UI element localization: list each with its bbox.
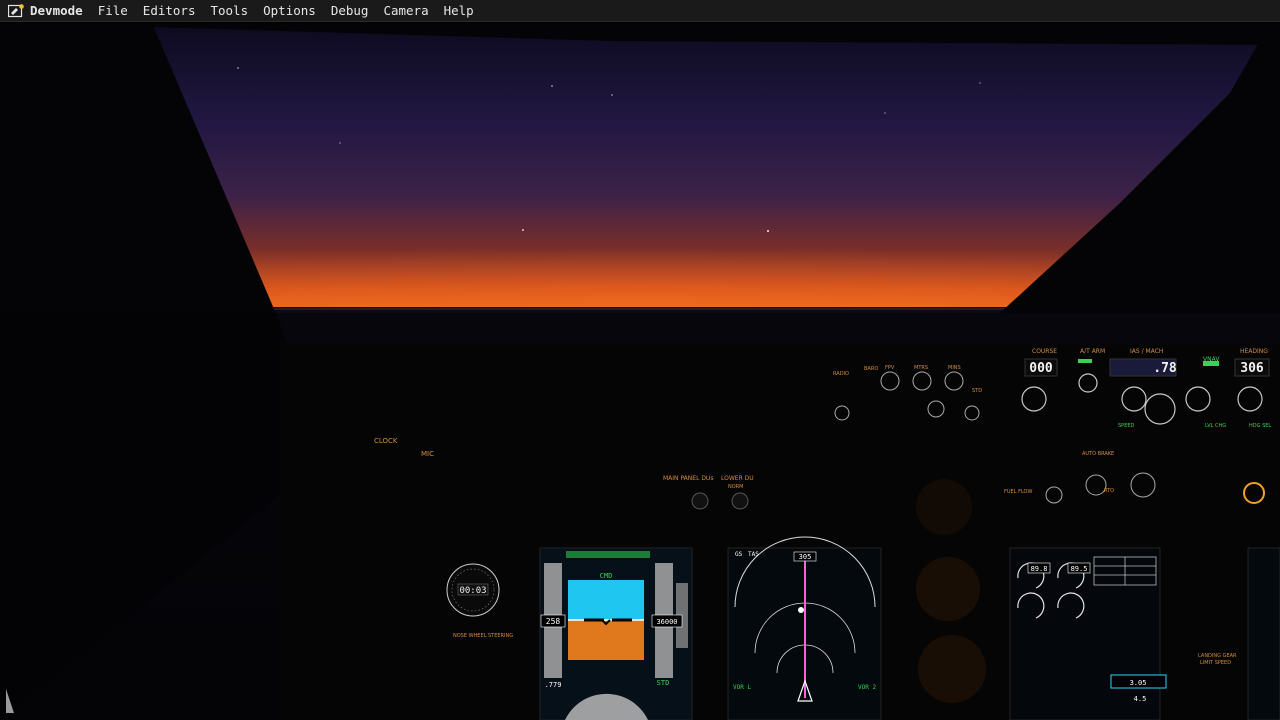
- pfd-altitude-readout: 36000: [656, 618, 677, 626]
- lvl-chg-button-label[interactable]: LVL CHG: [1205, 423, 1226, 429]
- menu-camera[interactable]: Camera: [383, 3, 428, 18]
- menu-tools[interactable]: Tools: [210, 3, 248, 18]
- speed-button-label[interactable]: SPEED: [1118, 423, 1134, 429]
- norm-label: NORM: [728, 484, 744, 490]
- lower-du-label: LOWER DU: [721, 475, 754, 482]
- efis-mins-label: MINS: [948, 365, 961, 371]
- at-arm-label: A/T ARM: [1080, 348, 1106, 355]
- pfd-speed-readout: 258: [546, 617, 561, 626]
- simulator-viewport[interactable]: 00:03 000 .78 306 258 36000 .779 STD CMD…: [0, 23, 1280, 720]
- mcp-heading-readout: 306: [1240, 361, 1264, 376]
- hdg-sel-button-label[interactable]: HDG SEL: [1249, 423, 1271, 429]
- vnav-label: VNAV: [1203, 356, 1220, 363]
- heading-label: HEADING: [1240, 348, 1268, 355]
- efis-std-label[interactable]: STD: [972, 388, 982, 394]
- efis-radio-label: RADIO: [833, 371, 849, 377]
- cockpit-scene: 00:03 000 .78 306 258 36000 .779 STD CMD…: [0, 23, 1280, 720]
- menu-options[interactable]: Options: [263, 3, 316, 18]
- menu-editors[interactable]: Editors: [143, 3, 196, 18]
- eicas-fuel-readout: 3.05: [1130, 679, 1147, 687]
- efis-baro-label: BARO: [864, 366, 879, 372]
- course-label: COURSE: [1032, 348, 1058, 355]
- auto-brake-label: AUTO BRAKE: [1082, 451, 1115, 457]
- menu-bar: Devmode File Editors Tools Options Debug…: [0, 0, 1280, 22]
- nd-vor-right-label: VOR 2: [858, 684, 876, 691]
- mcp-ias-mach-readout: .78: [1153, 361, 1177, 376]
- rto-label: RTO: [1104, 488, 1115, 494]
- menu-debug[interactable]: Debug: [331, 3, 369, 18]
- landing-gear-title: LANDING GEAR: [1198, 653, 1237, 659]
- efis-mtrs-label[interactable]: MTRS: [914, 365, 928, 371]
- fuel-flow-label: FUEL FLOW: [1004, 489, 1033, 495]
- nose-wheel-steering-label: NOSE WHEEL STEERING: [453, 633, 514, 639]
- mic-label[interactable]: MIC: [421, 450, 434, 458]
- efis-fpv-label[interactable]: FPV: [885, 365, 894, 371]
- navigation-display: 305 GS TAS VOR L VOR 2: [727, 536, 882, 720]
- eicas-n1-left-readout: 89.8: [1031, 565, 1048, 573]
- nd-heading-readout: 305: [799, 553, 812, 561]
- menu-help[interactable]: Help: [444, 3, 474, 18]
- clock-gauge: 00:03: [446, 563, 500, 617]
- eicas-n1-right-readout: 89.5: [1071, 565, 1088, 573]
- eicas-temp-readout: 4.5: [1134, 695, 1147, 703]
- pfd-baro-readout: STD: [657, 679, 670, 687]
- ias-mach-label: IAS / MACH: [1130, 348, 1164, 355]
- landing-gear-limit-speed: LIMIT SPEED: [1200, 660, 1232, 666]
- main-panel-du-label: MAIN PANEL DUs: [663, 475, 714, 482]
- nd-gs-label: GS: [735, 551, 743, 558]
- primary-flight-display: 258 36000 .779 STD CMD: [539, 547, 693, 720]
- engine-display: 89.8 89.5 3.05 4.5: [1009, 547, 1167, 720]
- pfd-mode-readout: CMD: [600, 572, 613, 580]
- pfd-mach-readout: .779: [545, 681, 562, 689]
- menu-file[interactable]: File: [98, 3, 128, 18]
- clock-time-readout: 00:03: [459, 586, 486, 596]
- menu-devmode[interactable]: Devmode: [30, 3, 83, 18]
- nd-tas-label: TAS: [748, 551, 759, 558]
- clock-label[interactable]: CLOCK: [374, 437, 398, 445]
- devmode-logo-icon[interactable]: [7, 3, 24, 18]
- nd-vor-left-label: VOR L: [733, 684, 751, 691]
- mcp-course-readout: 000: [1029, 361, 1053, 376]
